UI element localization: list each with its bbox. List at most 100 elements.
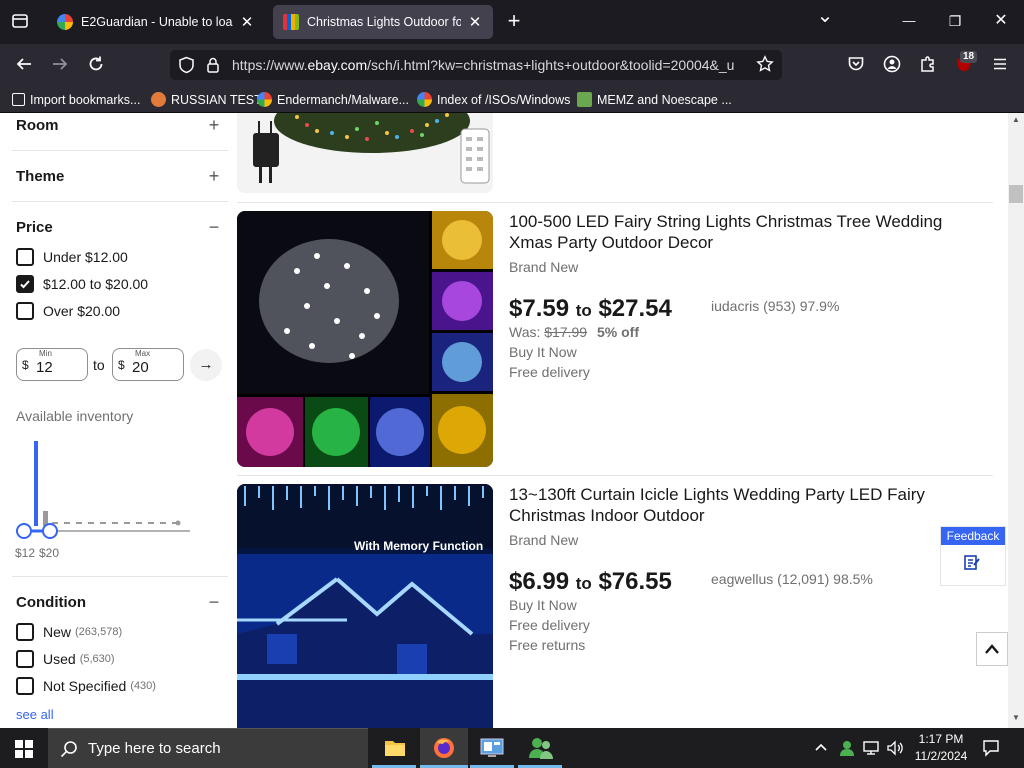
back-icon[interactable] [14,55,34,79]
close-tab-icon[interactable]: ✕ [467,13,483,31]
divider [12,201,228,202]
fairy-lights-product-image [237,211,493,467]
filter-theme-heading[interactable]: Theme [16,168,64,185]
bookmark-label: Endermanch/Malware... [277,92,410,107]
icicle-lights-product-image: With Memory Function [237,484,493,728]
taskbar-search-box[interactable]: Type here to search [48,728,368,768]
listing-1-buy-format: Buy It Now [509,344,577,360]
bookmark-label: Import bookmarks... [30,92,141,107]
submit-price-arrow-button[interactable]: → [190,349,222,381]
filter-price-heading[interactable]: Price [16,219,53,236]
checkbox[interactable] [16,302,34,320]
feedback-button[interactable]: Feedback [940,526,1006,586]
bookmark-memz[interactable]: MEMZ and Noescape ... [577,90,732,109]
tab-ebay-christmas-lights[interactable]: Christmas Lights Outdoor for s ✕ [273,5,493,39]
close-tab-icon[interactable]: ✕ [239,13,255,31]
listing-1-image[interactable] [237,211,493,467]
padlock-icon[interactable] [206,56,220,79]
checkbox[interactable] [16,623,34,641]
checkmark-icon [20,280,30,289]
bookmark-russian-test[interactable]: RUSSIAN TEST [151,90,262,109]
chevron-up-icon [985,644,999,654]
forward-icon[interactable] [50,55,70,79]
tab-title: E2Guardian - Unable to load we [81,15,233,29]
menu-hamburger-icon[interactable] [990,55,1010,79]
page-scrollbar[interactable]: ▲ ▼ [1008,113,1024,728]
show-hidden-icons-chevron[interactable] [814,739,828,755]
collapse-condition-icon[interactable]: − [205,592,223,613]
condition-option-used[interactable]: Used (5,630) [16,650,115,668]
condition-option-not-specified[interactable]: Not Specified (430) [16,677,156,695]
notifications-icon[interactable] [982,739,1000,762]
filter-room-heading[interactable]: Room [16,117,59,134]
reload-icon[interactable] [86,55,106,79]
checkbox-checked[interactable] [16,275,34,293]
option-label: New [43,624,72,640]
firefox-view-icon[interactable] [10,12,30,36]
listing-1-title[interactable]: 100-500 LED Fairy String Lights Christma… [509,211,979,253]
new-tab-button[interactable]: + [503,10,525,32]
volume-icon[interactable] [886,740,904,761]
expand-theme-icon[interactable]: + [205,166,223,187]
firefox-taskbar-icon[interactable] [420,728,468,768]
max-price-field[interactable]: Max $ 20 [112,348,184,381]
condition-option-new[interactable]: New (263,578) [16,623,122,641]
price-option-over-20[interactable]: Over $20.00 [16,302,120,320]
network-icon[interactable] [862,740,880,761]
windows-start-icon[interactable] [15,740,33,763]
expand-room-icon[interactable]: + [205,115,223,136]
filter-condition-heading[interactable]: Condition [16,594,86,611]
see-all-link[interactable]: see all [16,707,54,722]
tray-user-icon[interactable] [838,739,856,762]
bookmark-index-isos[interactable]: Index of /ISOs/Windows [417,90,570,109]
listing-2-title[interactable]: 13~130ft Curtain Icicle Lights Wedding P… [509,484,979,526]
price-range-to: to [93,357,105,373]
listing-2-returns: Free returns [509,637,586,653]
was-label: Was: [509,324,541,340]
checkbox[interactable] [16,677,34,695]
url-text: https://www.ebay.com/sch/i.html?kw=chris… [232,57,735,73]
bookmark-star-icon[interactable] [756,55,774,78]
price-option-under-12[interactable]: Under $12.00 [16,248,128,266]
extensions-puzzle-icon[interactable] [918,55,938,79]
tracking-protection-shield-icon[interactable] [178,56,195,79]
clock-date[interactable]: 11/2/2024 [908,749,974,763]
users-app-icon[interactable] [528,736,554,765]
scrollbar-up-arrow[interactable]: ▲ [1012,115,1020,124]
maximize-button[interactable]: ❐ [944,11,966,31]
feedback-label: Feedback [941,527,1005,545]
slider-min-handle[interactable] [16,523,32,539]
bookmark-endermanch[interactable]: Endermanch/Malware... [257,90,409,109]
file-explorer-icon[interactable] [384,738,406,763]
scrollbar-down-arrow[interactable]: ▼ [1012,713,1020,722]
clock-time[interactable]: 1:17 PM [912,732,970,746]
page-content: Room + Theme + Price − Under $12.00 $12.… [0,113,1024,728]
min-value[interactable]: 12 [36,359,53,376]
list-all-tabs-button[interactable]: ⌄ [814,6,836,26]
account-icon[interactable] [882,55,902,79]
tab-title: Christmas Lights Outdoor for s [307,15,461,29]
collapse-price-icon[interactable]: − [205,217,223,238]
checkbox[interactable] [16,650,34,668]
scrollbar-thumb[interactable] [1009,185,1023,203]
price-option-12-to-20[interactable]: $12.00 to $20.00 [16,275,148,293]
max-value[interactable]: 20 [132,359,149,376]
control-panel-icon[interactable] [480,738,504,763]
tab-e2guardian[interactable]: E2Guardian - Unable to load we ✕ [47,5,265,39]
currency-symbol: $ [118,358,125,372]
minimize-button[interactable]: — [898,11,920,31]
listing-2-shipping: Free delivery [509,617,590,633]
feedback-edit-icon [964,555,980,570]
pocket-icon[interactable] [846,55,866,79]
bookmark-import[interactable]: Import bookmarks... [12,90,140,109]
min-price-field[interactable]: Min $ 12 [16,348,88,381]
navigation-toolbar: https://www.ebay.com/sch/i.html?kw=chris… [0,44,1024,86]
slider-max-handle[interactable] [42,523,58,539]
checkbox[interactable] [16,248,34,266]
back-to-top-button[interactable] [976,632,1008,666]
previous-listing-image[interactable] [237,113,493,193]
bookmark-label: RUSSIAN TEST [171,92,262,107]
close-window-button[interactable]: ✕ [990,11,1012,31]
listing-2-image[interactable]: With Memory Function [237,484,493,728]
url-bar[interactable]: https://www.ebay.com/sch/i.html?kw=chris… [170,50,782,80]
